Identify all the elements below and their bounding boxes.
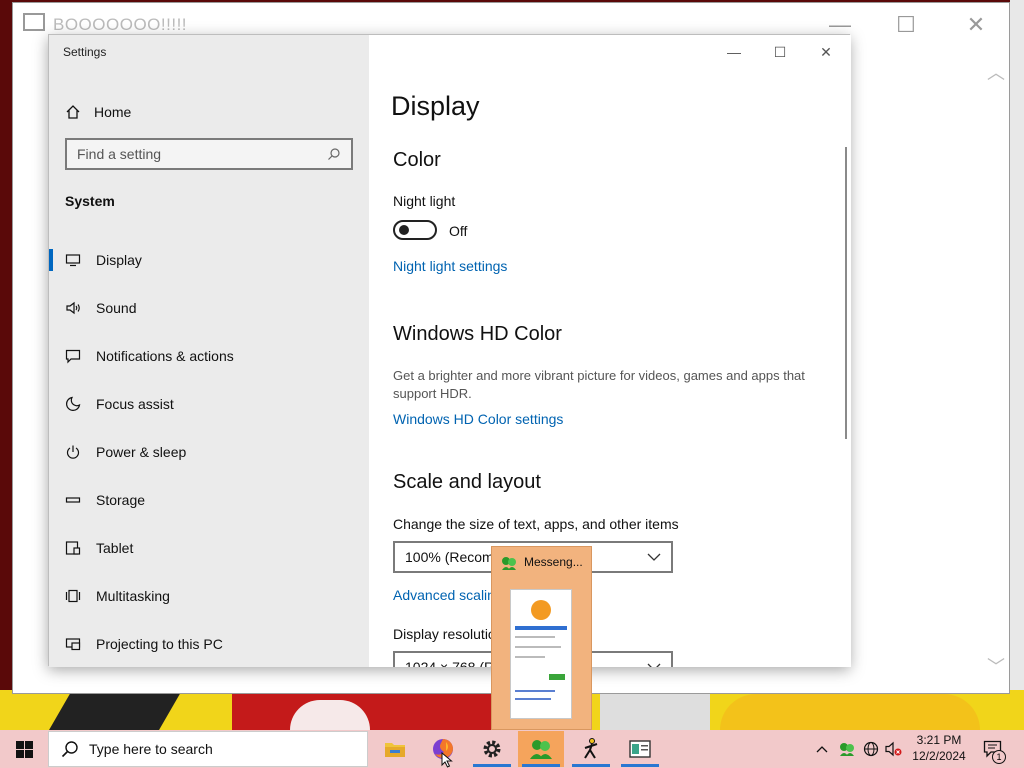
volume-muted-icon[interactable] (883, 730, 905, 768)
power-icon (66, 445, 80, 459)
home-label: Home (94, 104, 132, 120)
settings-window: Settings Home Find a setting System Disp… (48, 34, 851, 667)
maximize-button[interactable]: ☐ (883, 11, 929, 39)
nav-label: Focus assist (96, 396, 174, 412)
nav-label: Notifications & actions (96, 348, 234, 364)
home-icon (66, 105, 80, 119)
network-globe-icon[interactable] (860, 730, 882, 768)
chevron-down-icon (647, 553, 661, 561)
clock-time: 3:21 PM (916, 733, 962, 747)
system-clock[interactable]: 3:21 PM 12/2/2024 (904, 732, 974, 764)
monitor-icon (65, 254, 81, 267)
resolution-label: Display resolutio (393, 626, 496, 642)
background-window-title: BOOOOOOO!!!!! (53, 15, 188, 34)
find-setting-placeholder: Find a setting (77, 146, 162, 162)
night-light-settings-link[interactable]: Night light settings (393, 258, 507, 274)
start-button[interactable] (0, 730, 48, 768)
notification-count-badge: 1 (992, 750, 1006, 764)
taskbar-search-placeholder: Type here to search (89, 741, 213, 757)
search-icon (328, 148, 340, 160)
messenger-icon[interactable] (518, 731, 564, 767)
windows-logo-icon (15, 740, 33, 758)
window-title: Settings (63, 45, 107, 59)
settings-sidebar: Settings Home Find a setting System Disp… (49, 35, 369, 667)
home-nav-item[interactable]: Home (65, 99, 365, 125)
find-setting-input[interactable]: Find a setting (65, 138, 353, 170)
minimize-button[interactable]: — (711, 43, 757, 61)
window-app-icon (23, 13, 45, 31)
nav-item-projecting[interactable]: Projecting to this PC (49, 627, 369, 661)
nav-item-storage[interactable]: Storage (49, 483, 369, 517)
thumbnail-title: Messeng... (524, 555, 583, 569)
tablet-icon (65, 541, 81, 555)
nav-item-display[interactable]: Display (49, 243, 369, 277)
nav-label: Projecting to this PC (96, 636, 223, 652)
color-heading: Color (393, 149, 441, 171)
night-light-label: Night light (393, 193, 456, 209)
nav-label: Tablet (96, 540, 134, 556)
taskbar-search-box[interactable]: Type here to search (48, 731, 368, 767)
night-light-state: Off (449, 223, 468, 239)
nav-item-multitasking[interactable]: Multitasking (49, 579, 369, 613)
content-scrollbar[interactable] (845, 147, 847, 439)
speaker-icon (66, 301, 80, 315)
nav-label: Display (96, 252, 142, 268)
storage-icon (65, 497, 81, 503)
hdr-settings-link[interactable]: Windows HD Color settings (393, 411, 563, 427)
scroll-up-icon[interactable]: ︿ (987, 59, 1005, 85)
nav-item-focus-assist[interactable]: Focus assist (49, 387, 369, 421)
nav-label: Power & sleep (96, 444, 187, 460)
nav-item-sound[interactable]: Sound (49, 291, 369, 325)
window-app-icon[interactable] (617, 731, 663, 767)
messenger-icon (502, 557, 516, 570)
nav-label: Multitasking (96, 588, 170, 604)
mouse-cursor-icon (441, 752, 453, 768)
show-hidden-icons-chevron-up-icon[interactable] (812, 730, 832, 768)
scale-label: Change the size of text, apps, and other… (393, 516, 679, 532)
settings-content: — ☐ ✕ Display Color Night light Off Nigh… (369, 35, 851, 667)
file-explorer-icon[interactable] (372, 731, 418, 767)
night-light-toggle[interactable] (393, 220, 437, 240)
taskbar-thumbnail-preview[interactable]: Messeng... (491, 546, 592, 730)
action-center-button[interactable]: 1 (978, 730, 1008, 768)
page-title: Display (391, 91, 480, 121)
thumbnail-window-preview (510, 589, 572, 719)
notification-icon (65, 349, 81, 364)
taskbar: Type here to search 3:21 PM 12/2/2024 1 (0, 730, 1024, 768)
multitasking-icon (65, 589, 81, 603)
nav-item-notifications[interactable]: Notifications & actions (49, 339, 369, 373)
chevron-down-icon (647, 663, 661, 667)
hdr-heading: Windows HD Color (393, 323, 562, 345)
nav-label: Storage (96, 492, 146, 508)
clock-date: 12/2/2024 (912, 749, 966, 763)
resolution-value: 1024 × 768 (Re (405, 659, 502, 667)
messenger-tray-icon[interactable] (836, 730, 858, 768)
scroll-down-icon[interactable]: ﹀ (987, 653, 1005, 679)
projector-icon (65, 638, 81, 651)
nav-item-tablet[interactable]: Tablet (49, 531, 369, 565)
section-label: System (65, 193, 115, 209)
aim-icon[interactable] (568, 731, 614, 767)
close-button[interactable]: ✕ (803, 43, 849, 61)
nav-label: Sound (96, 300, 137, 316)
hdr-description: Get a brighter and more vibrant picture … (393, 368, 805, 401)
close-button[interactable]: ✕ (953, 11, 999, 39)
advanced-scaling-link[interactable]: Advanced scalin (393, 587, 495, 603)
settings-gear-icon[interactable] (469, 731, 515, 767)
scale-heading: Scale and layout (393, 471, 541, 493)
search-icon (61, 741, 78, 758)
moon-icon (66, 396, 81, 411)
nav-item-power-sleep[interactable]: Power & sleep (49, 435, 369, 469)
maximize-button[interactable]: ☐ (757, 43, 803, 61)
